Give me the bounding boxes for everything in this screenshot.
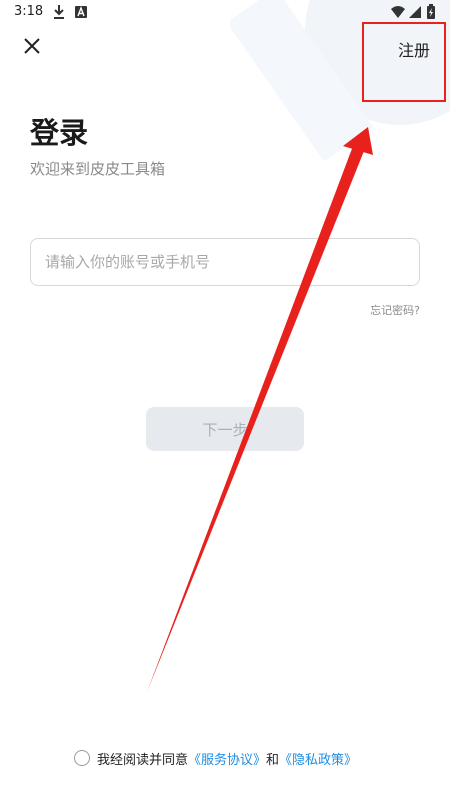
forgot-password-link[interactable]: 忘记密码? bbox=[370, 302, 420, 318]
font-a-icon bbox=[75, 6, 87, 18]
account-input[interactable] bbox=[30, 238, 420, 286]
status-time: 3:18 bbox=[14, 4, 44, 19]
agreement-row: 我经阅读并同意 《服务协议》 和 《隐私政策》 bbox=[74, 748, 357, 768]
annotation-highlight-box bbox=[362, 22, 446, 102]
agreement-and: 和 bbox=[266, 752, 280, 768]
status-bar: 3:18 bbox=[0, 0, 450, 26]
register-link[interactable]: 注册 bbox=[398, 37, 430, 61]
welcome-subtitle: 欢迎来到皮皮工具箱 bbox=[30, 160, 166, 178]
agree-checkbox[interactable] bbox=[74, 750, 90, 766]
wifi-icon bbox=[391, 6, 405, 18]
close-button[interactable] bbox=[20, 34, 44, 58]
signal-icon bbox=[409, 6, 421, 18]
agreement-prefix: 我经阅读并同意 bbox=[97, 752, 189, 768]
battery-charging-icon bbox=[427, 4, 435, 19]
service-agreement-link[interactable]: 《服务协议》 bbox=[188, 749, 266, 768]
next-step-button[interactable]: 下一步 bbox=[146, 407, 304, 451]
download-icon bbox=[54, 5, 64, 19]
close-icon bbox=[24, 38, 40, 54]
page-title: 登录 bbox=[30, 116, 89, 150]
privacy-policy-link[interactable]: 《隐私政策》 bbox=[279, 749, 357, 768]
